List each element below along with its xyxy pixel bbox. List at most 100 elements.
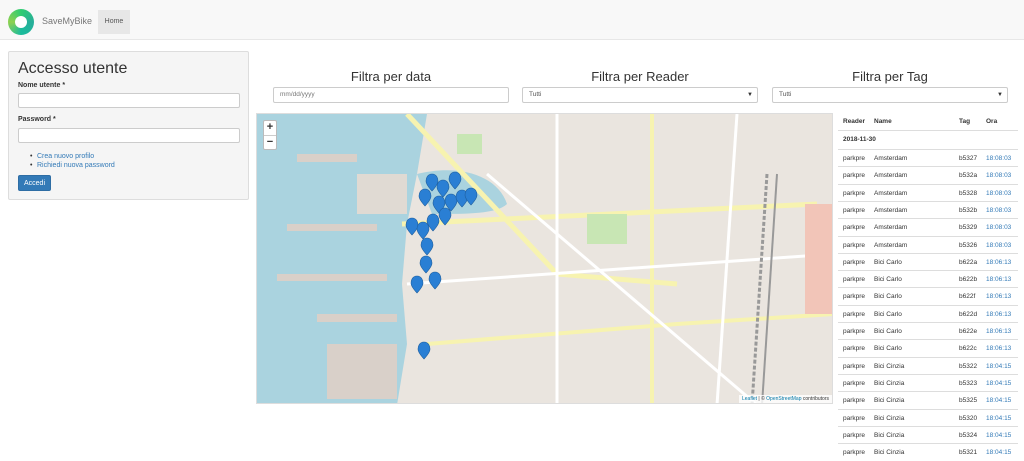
reader-cell: parkpre — [843, 172, 866, 180]
tag-cell: b5325 — [959, 397, 978, 405]
tag-cell: b5327 — [959, 155, 978, 162]
map-marker-icon — [418, 188, 432, 207]
time-cell[interactable]: 18:04:15 — [986, 392, 1011, 409]
name-cell: Bici Carlo — [874, 328, 902, 335]
name-cell: Amsterdam — [874, 241, 908, 249]
reader-cell: parkpre — [843, 362, 866, 370]
osm-link[interactable]: OpenStreetMap — [766, 396, 801, 402]
col-name: Name — [874, 118, 892, 125]
leaflet-link[interactable]: Leaflet — [742, 396, 757, 402]
table-row: parkpre Bici Carlo b622b 18:06:13 — [838, 270, 1018, 287]
table-row: parkpre Bici Carlo b622a 18:06:13 — [838, 252, 1018, 271]
time-cell[interactable]: 18:08:03 — [986, 150, 1011, 167]
time-cell[interactable]: 18:06:13 — [986, 254, 1011, 271]
filter-date-title: Filtra per data — [350, 69, 432, 84]
time-cell[interactable]: 18:06:13 — [986, 340, 1011, 357]
reader-cell: parkpre — [843, 345, 866, 353]
name-cell: Amsterdam — [874, 206, 908, 214]
reader-cell: parkpre — [843, 241, 866, 249]
attribution-tail: contributors — [801, 396, 829, 402]
table-row: parkpre Bici Cinzia b5322 18:04:15 — [838, 356, 1018, 375]
username-input[interactable] — [18, 93, 240, 108]
name-cell: Amsterdam — [874, 155, 908, 162]
password-label: Password * — [18, 116, 56, 123]
time-cell[interactable]: 18:04:15 — [986, 427, 1011, 444]
tag-cell: b622d — [959, 310, 978, 318]
name-cell: Bici Cinzia — [874, 431, 905, 439]
reader-cell: parkpre — [843, 310, 866, 318]
filter-tag-title: Filtra per Tag — [852, 69, 928, 84]
time-cell[interactable]: 18:04:15 — [986, 444, 1011, 461]
brand-name[interactable]: SaveMyBike — [42, 16, 92, 26]
map-marker-icon — [436, 179, 450, 198]
tag-cell: b532b — [959, 206, 978, 214]
nav-home-link[interactable]: Home — [98, 10, 130, 34]
time-cell[interactable]: 18:04:15 — [986, 410, 1011, 427]
time-cell[interactable]: 18:04:15 — [986, 358, 1011, 375]
table-row: parkpre Amsterdam b5326 18:08:03 — [838, 235, 1018, 254]
marker-layer — [405, 171, 478, 360]
map-marker-icon — [428, 271, 442, 290]
tag-cell: b5323 — [959, 379, 978, 387]
chevron-down-icon: ▼ — [747, 92, 753, 98]
tag-cell: b532a — [959, 172, 978, 180]
table-row: parkpre Bici Carlo b622f 18:06:13 — [838, 287, 1018, 304]
time-cell[interactable]: 18:08:03 — [986, 185, 1011, 202]
time-cell[interactable]: 18:08:03 — [986, 237, 1011, 254]
map[interactable]: + − Leaflet | © OpenStreetMap contributo… — [256, 113, 833, 404]
login-panel: Accesso utente Nome utente * Password * … — [8, 51, 249, 200]
time-cell[interactable]: 18:06:13 — [986, 306, 1011, 323]
map-marker-icon — [405, 217, 419, 236]
name-cell: Bici Carlo — [874, 310, 902, 318]
name-cell: Bici Cinzia — [874, 449, 905, 457]
tag-cell: b5329 — [959, 224, 978, 232]
time-cell[interactable]: 18:08:03 — [986, 202, 1011, 219]
tag-cell: b622e — [959, 328, 978, 335]
password-input[interactable] — [18, 128, 240, 143]
tag-cell: b5324 — [959, 431, 978, 439]
date-input[interactable]: mm/dd/yyyy — [273, 87, 509, 103]
reader-select[interactable]: Tutti ▼ — [522, 87, 758, 103]
map-marker-icon — [464, 187, 478, 206]
table-row: parkpre Bici Carlo b622d 18:06:13 — [838, 304, 1018, 323]
col-tag: Tag — [959, 118, 971, 125]
table-row: parkpre Amsterdam b532b 18:08:03 — [838, 200, 1018, 219]
tag-select[interactable]: Tutti ▼ — [772, 87, 1008, 103]
login-button[interactable]: Accedi — [18, 175, 51, 191]
chevron-down-icon: ▼ — [997, 92, 1003, 98]
reader-cell: parkpre — [843, 397, 866, 405]
time-cell[interactable]: 18:04:15 — [986, 375, 1011, 392]
brand-logo-icon[interactable] — [8, 9, 34, 35]
time-cell[interactable]: 18:08:03 — [986, 219, 1011, 236]
tag-cell: b622a — [959, 258, 978, 266]
reader-cell: parkpre — [843, 431, 866, 439]
table-row: parkpre Bici Cinzia b5323 18:04:15 — [838, 373, 1018, 392]
reader-cell: parkpre — [843, 206, 866, 214]
map-marker-icon — [410, 275, 424, 294]
reader-cell: parkpre — [843, 276, 866, 284]
tag-cell: b5322 — [959, 362, 978, 370]
reader-cell: parkpre — [843, 189, 866, 197]
request-password-link[interactable]: Richiedi nuova password — [30, 162, 115, 169]
table-row: parkpre Amsterdam b5329 18:08:03 — [838, 218, 1018, 235]
reader-cell: parkpre — [843, 449, 866, 457]
name-cell: Amsterdam — [874, 189, 908, 197]
time-cell[interactable]: 18:08:03 — [986, 167, 1011, 184]
filter-reader-title: Filtra per Reader — [591, 69, 689, 84]
name-cell: Bici Carlo — [874, 258, 902, 266]
col-ora: Ora — [986, 118, 998, 125]
name-cell: Amsterdam — [874, 172, 908, 180]
time-cell[interactable]: 18:06:13 — [986, 271, 1011, 288]
tag-cell: b5320 — [959, 414, 978, 422]
name-cell: Bici Carlo — [874, 293, 902, 301]
table-row: parkpre Bici Carlo b622c 18:06:13 — [838, 339, 1018, 356]
create-profile-link[interactable]: Crea nuovo profilo — [30, 153, 94, 160]
tag-cell: b5326 — [959, 241, 978, 249]
col-reader: Reader — [843, 118, 866, 125]
map-marker-icon — [416, 221, 430, 240]
reader-cell: parkpre — [843, 258, 866, 266]
table-row: parkpre Bici Cinzia b5320 18:04:15 — [838, 408, 1018, 427]
tag-cell: b622c — [959, 345, 977, 353]
time-cell[interactable]: 18:06:13 — [986, 288, 1011, 305]
time-cell[interactable]: 18:06:13 — [986, 323, 1011, 340]
